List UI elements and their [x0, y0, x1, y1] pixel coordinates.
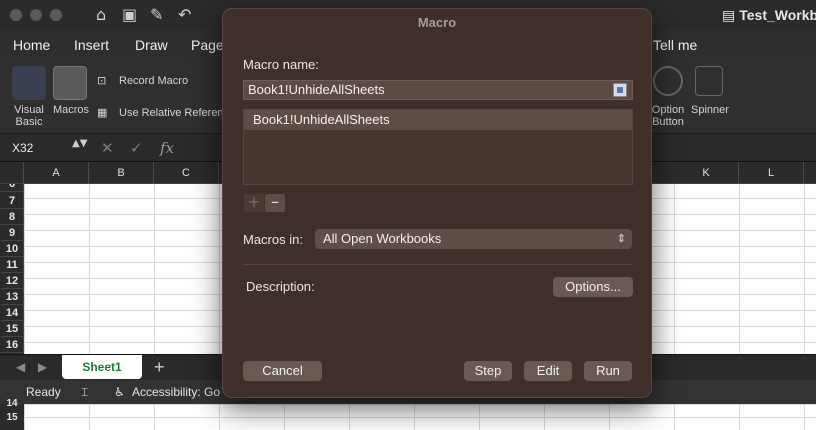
- edit-button[interactable]: Edit: [524, 361, 572, 381]
- add-sheet-button[interactable]: +: [154, 357, 165, 378]
- status-ready: Ready: [26, 385, 61, 399]
- run-button[interactable]: Run: [584, 361, 632, 381]
- row-header: 14: [6, 398, 18, 409]
- description-label: Description:: [246, 279, 315, 294]
- macros-label: Macros: [52, 104, 90, 116]
- next-sheet-icon[interactable]: ▶: [38, 360, 47, 374]
- dialog-title: Macro: [417, 15, 457, 30]
- tab-draw[interactable]: Draw: [135, 37, 168, 53]
- row-header[interactable]: 7: [0, 193, 23, 209]
- row-header: 15: [6, 412, 18, 423]
- spinner-icon[interactable]: [695, 66, 723, 96]
- visual-basic-icon[interactable]: [12, 66, 46, 100]
- divider: [243, 264, 633, 265]
- accessibility-icon: ♿: [114, 385, 125, 399]
- macro-list[interactable]: Book1!UnhideAllSheets: [243, 109, 633, 185]
- macros-icon[interactable]: [53, 66, 87, 100]
- tab-page-layout[interactable]: Page: [191, 37, 224, 53]
- zoom-window-button[interactable]: [50, 9, 62, 21]
- macro-name-input[interactable]: Book1!UnhideAllSheets: [243, 80, 633, 100]
- relative-reference-button[interactable]: Use Relative Reference: [119, 107, 235, 119]
- chevron-up-down-icon: ⇕: [616, 232, 626, 245]
- edit-icon[interactable]: ✎: [150, 5, 163, 24]
- cancel-icon[interactable]: ✕: [101, 139, 114, 157]
- document-icon: ▤: [722, 8, 736, 24]
- tab-sheet1[interactable]: Sheet1: [62, 355, 142, 379]
- accessibility-status[interactable]: Accessibility: Go: [132, 385, 220, 399]
- previous-sheet-icon[interactable]: ◀: [16, 360, 25, 374]
- option-button-label: Option Button: [651, 104, 685, 128]
- select-all-corner[interactable]: [0, 162, 24, 184]
- row-header[interactable]: 9: [0, 225, 23, 241]
- tab-home[interactable]: Home: [13, 37, 50, 53]
- option-button-icon[interactable]: [653, 66, 683, 96]
- row-header[interactable]: 13: [0, 289, 23, 305]
- row-header[interactable]: 11: [0, 257, 23, 273]
- macros-in-select[interactable]: All Open Workbooks ⇕: [315, 229, 632, 249]
- record-macro-icon[interactable]: ⊡: [97, 74, 106, 87]
- background-sheet-strip: [0, 404, 816, 430]
- column-header-l[interactable]: L: [739, 162, 804, 184]
- visual-basic-label: Visual Basic: [14, 104, 44, 128]
- row-header[interactable]: 6: [0, 184, 23, 192]
- row-header[interactable]: 8: [0, 209, 23, 225]
- name-box-stepper-icon[interactable]: ▲▼: [72, 138, 87, 149]
- relative-reference-icon[interactable]: ▦: [97, 106, 107, 119]
- tab-insert[interactable]: Insert: [74, 37, 109, 53]
- macro-dialog: Macro Macro name: Book1!UnhideAllSheets …: [222, 8, 652, 398]
- insert-function-icon[interactable]: fx: [160, 139, 174, 157]
- close-window-button[interactable]: [10, 9, 22, 21]
- macros-in-value: All Open Workbooks: [323, 231, 442, 246]
- macro-recording-icon[interactable]: ⌶: [81, 385, 88, 400]
- undo-icon[interactable]: ↶: [178, 5, 191, 24]
- minimize-window-button[interactable]: [30, 9, 42, 21]
- tab-tell-me[interactable]: Tell me: [653, 37, 697, 53]
- row-header[interactable]: 12: [0, 273, 23, 289]
- record-macro-button[interactable]: Record Macro: [119, 75, 188, 87]
- column-header-a[interactable]: A: [24, 162, 89, 184]
- row-header[interactable]: 15: [0, 321, 23, 337]
- confirm-icon[interactable]: ✓: [130, 139, 143, 157]
- row-header[interactable]: 14: [0, 305, 23, 321]
- column-header-c[interactable]: C: [154, 162, 219, 184]
- home-icon[interactable]: ⌂: [96, 5, 106, 24]
- row-header[interactable]: 16: [0, 337, 23, 353]
- step-button[interactable]: Step: [464, 361, 512, 381]
- delete-macro-button[interactable]: –: [265, 194, 285, 212]
- column-header-b[interactable]: B: [89, 162, 154, 184]
- add-macro-button[interactable]: +: [244, 194, 264, 212]
- column-header-k[interactable]: K: [674, 162, 739, 184]
- cancel-button[interactable]: Cancel: [243, 361, 322, 381]
- macros-in-label: Macros in:: [243, 232, 303, 247]
- save-icon[interactable]: ▣: [122, 5, 137, 24]
- options-button[interactable]: Options...: [553, 277, 633, 297]
- range-picker-icon[interactable]: [613, 83, 627, 97]
- row-headers: 6 7 8 9 10 11 12 13 14 15 16: [0, 184, 24, 354]
- macro-name-label: Macro name:: [243, 57, 319, 72]
- workbook-title: ▤Test_Workbook: [722, 7, 816, 24]
- background-row-headers: 14 15: [0, 398, 24, 430]
- macro-list-item[interactable]: Book1!UnhideAllSheets: [244, 110, 632, 130]
- row-header[interactable]: 10: [0, 241, 23, 257]
- spinner-label: Spinner: [691, 104, 729, 116]
